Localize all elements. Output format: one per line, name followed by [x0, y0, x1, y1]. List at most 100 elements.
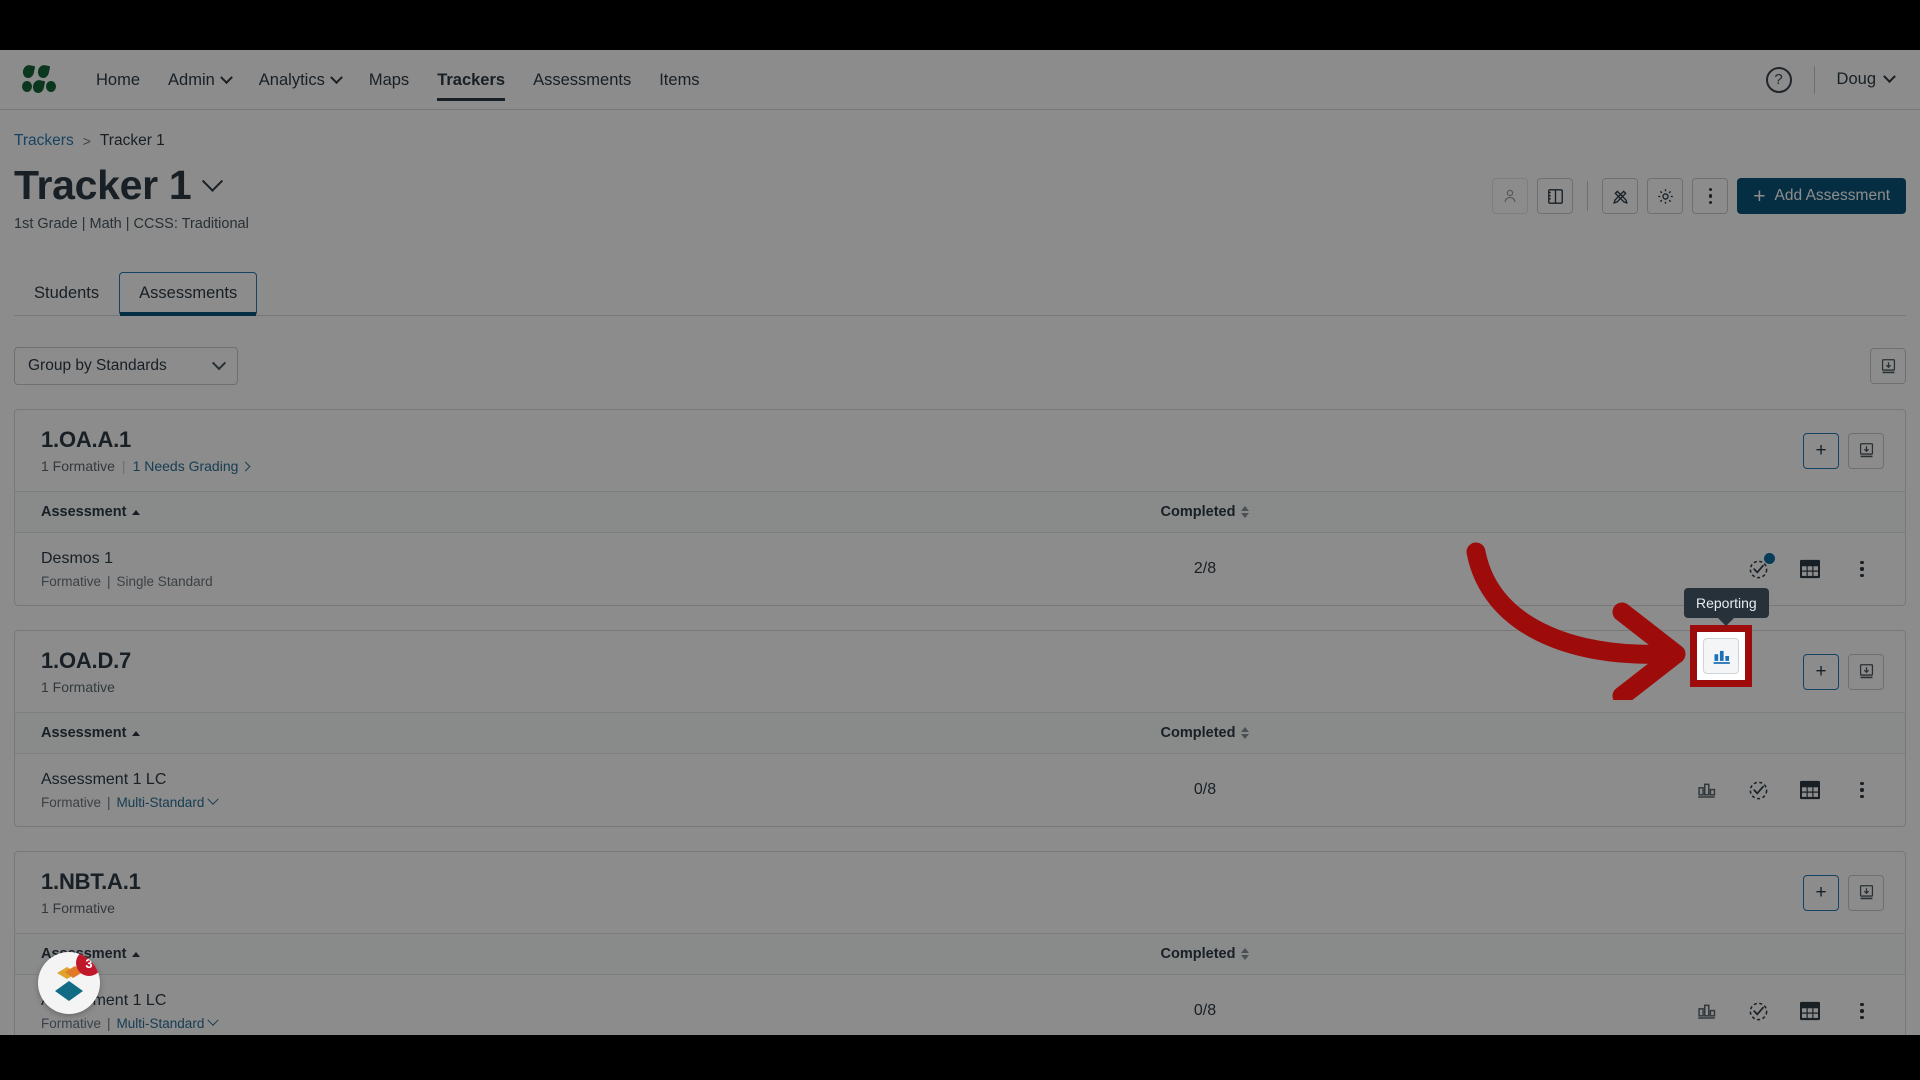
assessment-standard-kind-link[interactable]: Multi-Standard	[117, 793, 219, 810]
reporting-button-highlight[interactable]	[1690, 625, 1752, 687]
grid-view-button[interactable]	[1797, 777, 1823, 803]
nav-item-home[interactable]: Home	[82, 51, 154, 109]
add-assessment-to-standard-button[interactable]: +	[1803, 653, 1839, 690]
student-roster-button[interactable]	[1492, 178, 1529, 214]
table-row[interactable]: Assessment 1 LC Formative | Multi-Standa…	[15, 754, 1905, 826]
breadcrumb-link-trackers[interactable]: Trackers	[14, 132, 74, 150]
standard-code: 1.NBT.A.1	[41, 869, 141, 895]
checkmark-glyph	[1752, 1006, 1764, 1016]
grading-button[interactable]	[1745, 777, 1771, 803]
breadcrumb-current: Tracker 1	[99, 132, 165, 149]
grid-view-button[interactable]	[1797, 556, 1823, 582]
kebab-icon	[1708, 187, 1712, 205]
nav-item-maps[interactable]: Maps	[355, 51, 423, 109]
group-by-select[interactable]: Group by Standards	[14, 347, 238, 386]
edit-tools-button[interactable]	[1602, 178, 1639, 214]
column-header-assessment[interactable]: Assessment	[15, 504, 1085, 520]
plus-icon: +	[1815, 661, 1827, 683]
sort-ascending-icon	[132, 509, 141, 515]
standard-card-header: 1.OA.D.7 1 Formative +	[15, 631, 1905, 712]
row-more-button[interactable]	[1849, 777, 1875, 803]
nav-item-admin[interactable]: Admin	[154, 51, 245, 109]
nav-item-analytics[interactable]: Analytics	[245, 51, 355, 109]
reporting-button[interactable]	[1703, 638, 1739, 674]
title-block: Tracker 1 1st Grade | Math | CCSS: Tradi…	[14, 162, 249, 232]
grading-button[interactable]	[1745, 998, 1771, 1024]
nav-item-trackers[interactable]: Trackers	[423, 51, 519, 109]
chat-unread-badge: 3	[76, 952, 100, 976]
tracker-menu-chevron-down-icon[interactable]	[202, 170, 224, 192]
grid-table-icon	[1800, 780, 1820, 800]
nav-item-items[interactable]: Items	[645, 51, 713, 109]
row-actions	[1693, 998, 1905, 1024]
sort-ascending-icon	[132, 951, 141, 957]
header-actions: + Add Assessment	[1492, 164, 1906, 214]
standard-code: 1.OA.A.1	[41, 427, 132, 453]
bar-chart-icon	[1697, 783, 1715, 798]
add-assessment-to-standard-button[interactable]: +	[1803, 432, 1839, 469]
chat-launcher-button[interactable]: 3	[38, 952, 100, 1014]
table-row[interactable]: Desmos 1 Formative | Single Standard 2/8	[15, 533, 1905, 605]
grading-button[interactable]	[1745, 553, 1775, 582]
assessment-standard-kind: Multi-Standard	[116, 1015, 205, 1031]
assessment-standard-kind-link[interactable]: Multi-Standard	[116, 1014, 219, 1031]
export-standard-button[interactable]	[1848, 874, 1884, 911]
row-more-button[interactable]	[1849, 998, 1875, 1024]
grid-view-button[interactable]	[1797, 998, 1823, 1024]
gear-icon	[1657, 188, 1673, 204]
standard-card: 1.OA.A.1 1 Formative | 1 Needs Grading +	[14, 409, 1906, 607]
page-title: Tracker 1	[14, 162, 192, 208]
row-more-button[interactable]	[1849, 556, 1875, 582]
sort-ascending-icon	[132, 730, 141, 736]
more-options-button[interactable]	[1692, 178, 1729, 214]
assessment-name: Desmos 1	[41, 549, 114, 567]
column-header-completed[interactable]: Completed	[1085, 504, 1325, 520]
formative-count: 1 Formative	[41, 458, 115, 475]
breadcrumb: Trackers > Tracker 1	[14, 110, 1906, 156]
app-viewport: Home Admin Analytics Maps Trackers Asses…	[0, 50, 1920, 1035]
column-label: Assessment	[41, 504, 127, 521]
user-menu[interactable]: Doug	[1837, 70, 1896, 89]
reporting-button[interactable]	[1693, 998, 1719, 1024]
filter-bar: Group by Standards	[14, 347, 1906, 386]
help-icon[interactable]: ?	[1765, 66, 1792, 93]
nav-right-cluster: ? Doug	[1765, 65, 1896, 94]
standard-card-actions: +	[1803, 432, 1884, 469]
add-assessment-button[interactable]: + Add Assessment	[1737, 178, 1906, 214]
column-header-completed[interactable]: Completed	[1085, 725, 1325, 741]
nav-item-assessments[interactable]: Assessments	[519, 51, 645, 109]
brand-logo-icon[interactable]	[21, 63, 56, 95]
tab-students[interactable]: Students	[14, 272, 119, 316]
header-actions-divider	[1587, 181, 1589, 211]
assessment-type: Formative	[41, 794, 102, 810]
column-header-assessment[interactable]: Assessment	[15, 946, 1085, 962]
export-standard-button[interactable]	[1848, 432, 1884, 469]
tooltip-label: Reporting	[1696, 595, 1757, 611]
chevron-down-icon	[211, 356, 227, 371]
reporting-button[interactable]	[1693, 777, 1719, 803]
column-label: Completed	[1160, 725, 1236, 742]
column-header-assessment[interactable]: Assessment	[15, 725, 1085, 741]
nav-item-label: Items	[659, 70, 700, 89]
person-icon	[1504, 189, 1516, 203]
table-row[interactable]: Assessment 1 LC Formative | Multi-Standa…	[15, 975, 1905, 1035]
settings-button[interactable]	[1647, 178, 1684, 214]
export-all-button[interactable]	[1870, 348, 1906, 385]
nav-item-label: Maps	[368, 70, 410, 89]
table-header: Assessment Completed	[15, 933, 1905, 976]
table-header: Assessment Completed	[15, 491, 1905, 534]
nav-item-label: Trackers	[437, 70, 506, 89]
chat-widget[interactable]: 3	[38, 952, 100, 1014]
needs-grading-label: 1 Needs Grading	[132, 458, 239, 475]
export-standard-button[interactable]	[1848, 653, 1884, 690]
tab-assessments[interactable]: Assessments	[119, 272, 258, 317]
group-by-select-value: Group by Standards	[28, 357, 167, 375]
needs-grading-link[interactable]: 1 Needs Grading	[132, 458, 251, 475]
chevron-right-icon	[240, 461, 251, 471]
panel-toggle-button[interactable]	[1537, 178, 1574, 214]
add-assessment-to-standard-button[interactable]: +	[1803, 874, 1839, 911]
top-navigation-bar: Home Admin Analytics Maps Trackers Asses…	[0, 50, 1920, 110]
reporting-tooltip: Reporting	[1684, 588, 1769, 626]
chevron-down-icon	[1883, 70, 1896, 84]
column-header-completed[interactable]: Completed	[1085, 946, 1325, 962]
